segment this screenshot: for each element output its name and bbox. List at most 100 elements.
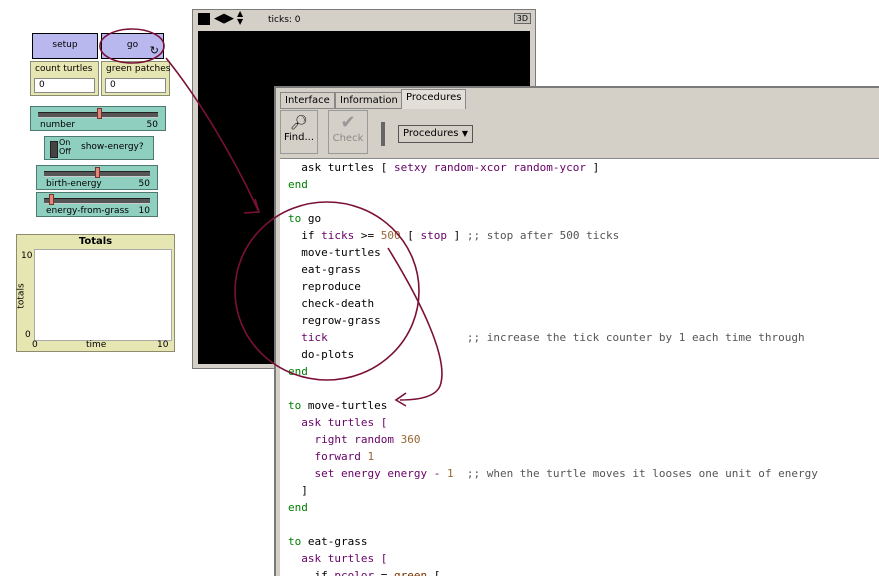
switch-off-label: Off — [59, 147, 71, 156]
magnifier-icon: 🔎︎ — [290, 115, 308, 131]
plot-xmax: 10 — [157, 340, 169, 350]
code-token: move-turtles — [301, 246, 381, 259]
view-arrows-vertical-icon[interactable]: ▲ ▼ — [237, 10, 243, 26]
code-line[interactable]: right random 360 — [288, 431, 421, 448]
slider-label: number — [40, 120, 76, 130]
tab-information[interactable]: Information — [335, 92, 403, 109]
code-line[interactable]: ask turtles [ setxy random-xcor random-y… — [288, 159, 599, 176]
code-line[interactable]: ] — [288, 482, 308, 499]
code-line[interactable]: end — [288, 499, 308, 516]
code-line[interactable]: to go — [288, 210, 321, 227]
slider-track[interactable] — [44, 198, 150, 204]
go-button[interactable]: go ↻ — [101, 33, 164, 59]
view-resize-icon[interactable] — [198, 13, 210, 25]
code-token: if — [301, 229, 322, 242]
show-energy-switch[interactable]: On Off show-energy? — [44, 136, 154, 160]
code-token: 1 — [446, 467, 454, 480]
monitor-count-turtles: count turtles 0 — [30, 61, 99, 96]
code-token: go — [307, 212, 322, 225]
switch-toggle-icon[interactable] — [50, 141, 58, 158]
tab-procedures[interactable]: Procedures — [401, 89, 467, 109]
code-token: do-plots — [301, 348, 355, 361]
monitor-label: count turtles — [35, 64, 93, 74]
code-token: eat-grass — [307, 535, 368, 548]
code-token: [ — [427, 569, 441, 576]
slider-value: 50 — [146, 120, 158, 130]
code-line[interactable]: forward 1 — [288, 448, 375, 465]
find-button[interactable]: 🔎︎ Find... — [280, 110, 318, 154]
slider-thumb[interactable] — [97, 108, 102, 119]
slider-thumb[interactable] — [49, 194, 54, 205]
code-token: ticks — [321, 229, 355, 242]
energy-from-grass-slider[interactable]: energy-from-grass 10 — [36, 192, 158, 217]
code-line[interactable]: ask turtles [ — [288, 414, 387, 431]
birth-energy-slider[interactable]: birth-energy 50 — [36, 165, 158, 190]
code-token: ;; increase the tick counter by 1 each t… — [466, 331, 805, 344]
code-line[interactable]: end — [288, 363, 308, 380]
code-token: >= — [354, 229, 381, 242]
code-token: end — [288, 178, 308, 191]
code-line[interactable]: ask turtles [ — [288, 550, 387, 567]
number-slider[interactable]: number 50 — [30, 106, 166, 131]
monitor-label: green patches — [106, 64, 171, 74]
code-line[interactable]: to eat-grass — [288, 533, 367, 550]
plot-ymin: 0 — [25, 330, 31, 340]
setup-label: setup — [52, 40, 78, 50]
switch-on-label: On — [59, 138, 71, 147]
code-line[interactable]: if ticks >= 500 [ stop ] ;; stop after 5… — [288, 227, 619, 244]
code-token: check-death — [301, 297, 375, 310]
code-line[interactable]: tick ;; increase the tick counter by 1 e… — [288, 329, 805, 346]
ticks-counter: ticks: 0 — [268, 15, 301, 25]
slider-value: 50 — [138, 179, 150, 189]
code-token: ] — [301, 484, 308, 497]
code-token: reproduce — [301, 280, 361, 293]
code-token: to — [288, 212, 308, 225]
slider-value: 10 — [138, 206, 150, 216]
slider-thumb[interactable] — [95, 167, 100, 178]
procedures-dropdown[interactable]: Procedures ▼ — [398, 125, 473, 143]
code-line[interactable]: do-plots — [288, 346, 354, 363]
code-line[interactable]: end — [288, 176, 308, 193]
code-token: to — [288, 535, 308, 548]
code-token: pcolor — [334, 569, 375, 576]
3d-button[interactable]: 3D — [513, 13, 531, 24]
code-editor[interactable]: ask turtles [ setxy random-xcor random-y… — [280, 158, 879, 576]
checkmark-icon: ✔ — [340, 112, 356, 133]
check-button[interactable]: ✔ Check — [328, 110, 368, 154]
code-token: if — [314, 569, 335, 576]
setup-button[interactable]: setup — [32, 33, 98, 59]
code-token: end — [288, 365, 308, 378]
code-line[interactable]: eat-grass — [288, 261, 361, 278]
code-token: ask turtles [ — [301, 552, 388, 565]
slider-label: energy-from-grass — [46, 206, 129, 216]
code-token: ;; when the turtle moves it looses one u… — [466, 467, 818, 480]
plot-ylabel: totals — [16, 283, 27, 309]
tab-interface[interactable]: Interface — [280, 92, 335, 109]
code-token: to — [288, 399, 308, 412]
code-token: random-xcor random-ycor — [433, 161, 587, 174]
code-line[interactable]: check-death — [288, 295, 374, 312]
code-line[interactable]: regrow-grass — [288, 312, 380, 329]
plot-area — [34, 249, 172, 341]
forever-icon: ↻ — [149, 44, 159, 57]
code-line[interactable]: to move-turtles — [288, 397, 387, 414]
code-token: 500 — [380, 229, 401, 242]
toolbar-separator — [381, 122, 385, 146]
code-token: 360 — [400, 433, 421, 446]
code-line[interactable]: if pcolor = green [ — [288, 567, 441, 576]
totals-plot: Totals 10 0 totals 0 time 10 — [16, 234, 175, 352]
code-line[interactable]: move-turtles — [288, 244, 381, 261]
code-line[interactable]: reproduce — [288, 278, 361, 295]
view-arrows-horizontal-icon[interactable]: ◀▶ — [214, 11, 234, 26]
code-line[interactable]: set energy energy - 1 ;; when the turtle… — [288, 465, 818, 482]
